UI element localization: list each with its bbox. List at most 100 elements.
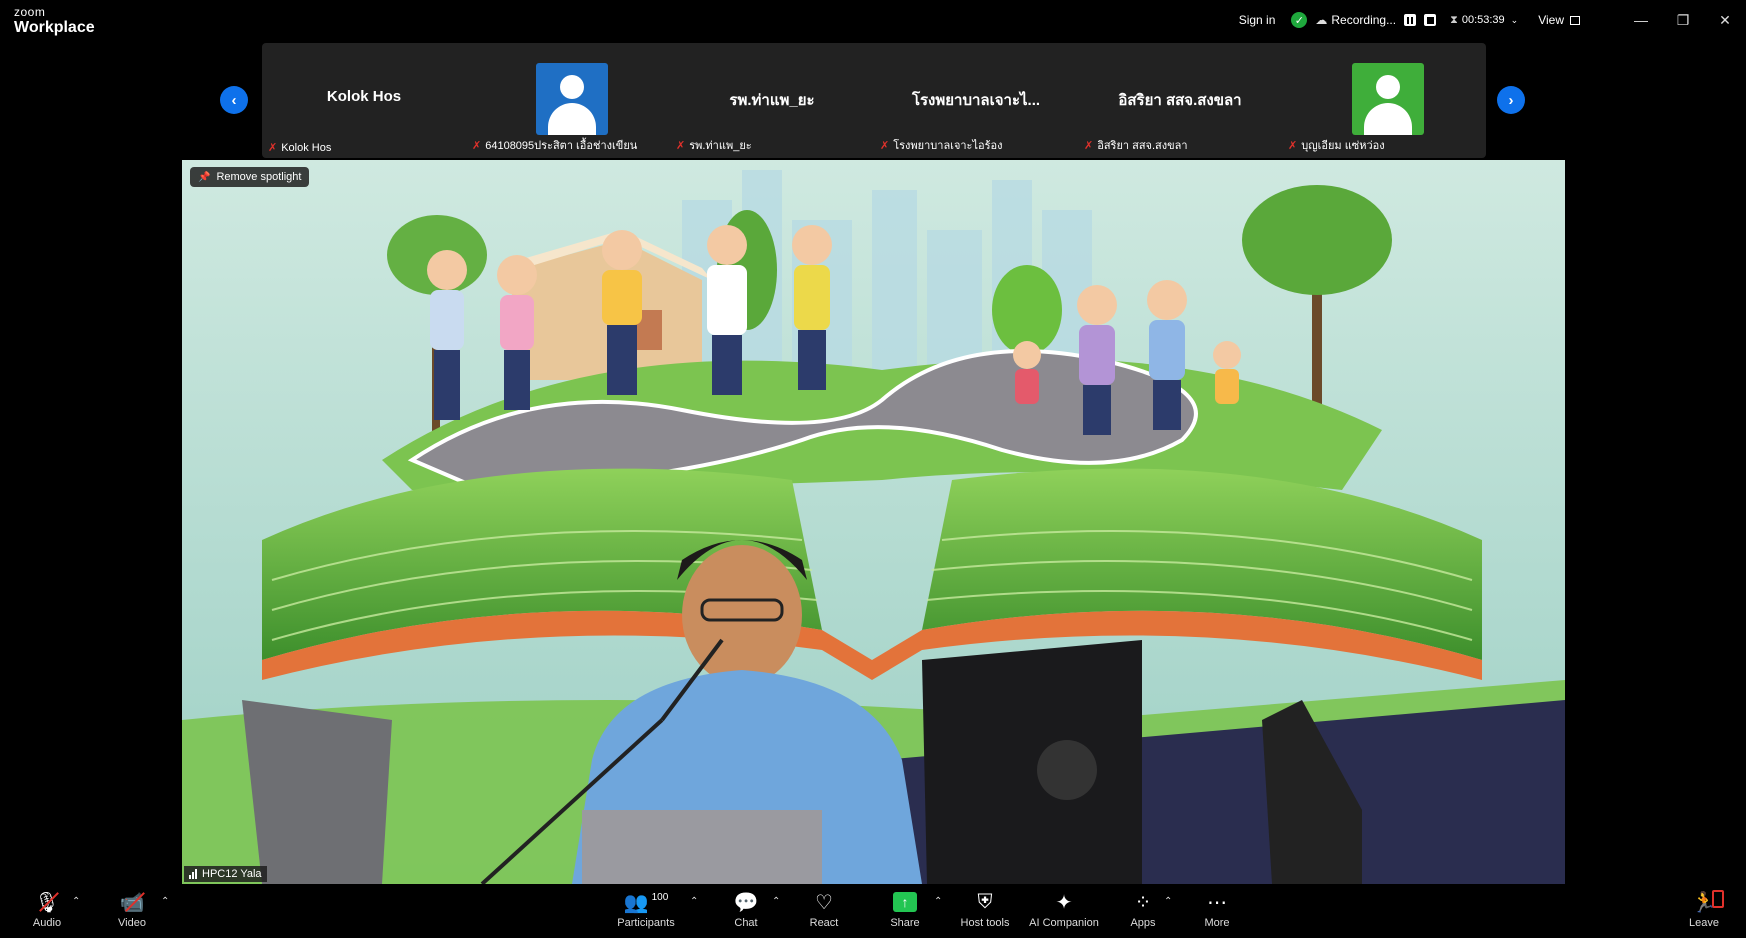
- participant-name-label: ✗ บุญเอียม แซ่หว่อง: [1288, 136, 1385, 154]
- participants-label: Participants: [617, 917, 675, 929]
- encryption-shield-icon[interactable]: ✓: [1291, 12, 1308, 28]
- chat-icon: 💬: [733, 891, 759, 914]
- apps-label: Apps: [1130, 917, 1156, 929]
- participant-tile[interactable]: อิสริยา สสจ.สงขลา ✗ อิสริยา สสจ.สงขลา: [1078, 43, 1282, 158]
- minimize-icon[interactable]: —: [1620, 0, 1662, 40]
- more-dots-icon: ⋯: [1207, 891, 1227, 914]
- participant-tile[interactable]: รพ.ท่าแพ_ยะ ✗ รพ.ท่าแพ_ยะ: [670, 43, 874, 158]
- participants-button[interactable]: 👥 100 Participants: [616, 888, 676, 936]
- remove-spotlight-label: Remove spotlight: [216, 171, 302, 183]
- view-menu-button[interactable]: View: [1538, 13, 1580, 27]
- participant-name: 64108095ประสิตา เอื้อช่างเขียน: [485, 140, 638, 152]
- participant-name-label: ✗ โรงพยาบาลเจาะไอร้อง: [880, 136, 1003, 154]
- muted-mic-icon: ✗: [472, 139, 482, 152]
- pin-icon: 📌: [198, 171, 211, 183]
- meeting-toolbar: 🎙 Audio ⌃ 📹 Video ⌃ 👥100 Participants ⌃ …: [0, 884, 1746, 938]
- heart-icon: ♡: [815, 891, 833, 914]
- pause-recording-button[interactable]: [1404, 14, 1417, 26]
- audio-label: Audio: [32, 917, 62, 929]
- more-button[interactable]: ⋯ More: [1203, 888, 1231, 936]
- participant-display-name: รพ.ท่าแพ_ยะ: [729, 92, 815, 109]
- participant-name-label: ✗ อิสริยา สสจ.สงขลา: [1084, 136, 1188, 154]
- audio-options-caret-icon[interactable]: ⌃: [72, 896, 80, 907]
- share-button[interactable]: ↑ Share: [890, 888, 920, 936]
- recording-label: Recording...: [1331, 13, 1397, 27]
- muted-mic-icon: ✗: [1084, 139, 1094, 152]
- apps-options-caret-icon[interactable]: ⌃: [1164, 896, 1172, 907]
- host-tools-button[interactable]: ⛨ Host tools: [960, 888, 1010, 936]
- participant-tile[interactable]: ✗ บุญเอียม แซ่หว่อง: [1282, 43, 1486, 158]
- ai-companion-label: AI Companion: [1029, 917, 1099, 929]
- video-options-caret-icon[interactable]: ⌃: [161, 896, 169, 907]
- video-frame-image: [182, 160, 1565, 884]
- participants-count: 100: [651, 892, 669, 903]
- remove-spotlight-button[interactable]: 📌 Remove spotlight: [190, 167, 310, 187]
- participant-name-label: ✗ รพ.ท่าแพ_ยะ: [676, 136, 752, 154]
- participant-tile[interactable]: Kolok Hos ✗ Kolok Hos: [262, 43, 466, 158]
- default-avatar-icon: [536, 63, 608, 135]
- video-label: Video: [118, 917, 146, 929]
- muted-mic-icon: ✗: [1288, 139, 1298, 152]
- participants-options-caret-icon[interactable]: ⌃: [690, 896, 698, 907]
- participant-display-name: Kolok Hos: [326, 88, 402, 105]
- chat-button[interactable]: 💬 Chat: [732, 888, 760, 936]
- react-button[interactable]: ♡ React: [809, 888, 839, 936]
- participant-strip: Kolok Hos ✗ Kolok Hos ✗ 64108095ประสิตา …: [262, 43, 1486, 158]
- video-off-icon: 📹: [120, 888, 145, 916]
- apps-icon: ⁘: [1134, 891, 1152, 914]
- brand-line2: Workplace: [14, 19, 95, 36]
- host-shield-icon: ⛨: [977, 890, 993, 913]
- participant-tile[interactable]: ✗ 64108095ประสิตา เอื้อช่างเขียน: [466, 43, 670, 158]
- previous-page-arrow-icon[interactable]: ‹: [220, 86, 248, 114]
- hourglass-icon: ⧗: [1450, 13, 1458, 26]
- spotlight-video[interactable]: 📌 Remove spotlight HPC12 Yala: [182, 160, 1565, 884]
- muted-mic-icon: ✗: [676, 139, 686, 152]
- participant-tile[interactable]: โรงพยาบาลเจาะไ... ✗ โรงพยาบาลเจาะไอร้อง: [874, 43, 1078, 158]
- apps-button[interactable]: ⁘ Apps: [1130, 888, 1156, 936]
- chat-options-caret-icon[interactable]: ⌃: [772, 896, 780, 907]
- more-label: More: [1204, 917, 1230, 929]
- grid-view-icon: [1570, 15, 1580, 25]
- video-button[interactable]: 📹 Video: [117, 888, 147, 936]
- ai-companion-button[interactable]: ✦ AI Companion: [1028, 888, 1100, 936]
- chat-label: Chat: [734, 917, 758, 929]
- share-label: Share: [890, 917, 920, 929]
- restore-icon[interactable]: ❐: [1662, 0, 1704, 40]
- zoom-workplace-logo: zoom Workplace: [14, 6, 95, 36]
- timer-value: 00:53:39: [1461, 14, 1505, 26]
- participants-icon: 👥 100: [623, 891, 669, 914]
- muted-mic-icon: ✗: [268, 142, 278, 154]
- participant-name-label: ✗ Kolok Hos: [268, 141, 332, 155]
- share-screen-icon: ↑: [893, 892, 917, 912]
- leave-label: Leave: [1689, 917, 1719, 929]
- brand-line1: zoom: [14, 5, 46, 19]
- next-page-arrow-icon[interactable]: ›: [1497, 86, 1525, 114]
- ai-sparkle-icon: ✦: [1055, 891, 1073, 914]
- participant-name: Kolok Hos: [281, 141, 332, 154]
- cloud-icon: ☁: [1315, 13, 1328, 27]
- audio-button[interactable]: 🎙 Audio: [32, 888, 62, 936]
- default-avatar-icon: [1352, 63, 1424, 135]
- close-icon[interactable]: ✕: [1704, 0, 1746, 40]
- host-tools-label: Host tools: [960, 917, 1010, 929]
- participant-display-name: อิสริยา สสจ.สงขลา: [1118, 92, 1242, 109]
- view-label: View: [1538, 13, 1564, 27]
- stop-recording-button[interactable]: [1424, 14, 1437, 26]
- title-bar: zoom Workplace Sign in ✓ ☁ Recording... …: [0, 0, 1746, 40]
- chevron-down-icon: ⌄: [1510, 14, 1519, 25]
- muted-microphone-icon: 🎙: [34, 888, 59, 916]
- react-label: React: [809, 917, 839, 929]
- participant-name: อิสริยา สสจ.สงขลา: [1097, 140, 1188, 152]
- leave-button[interactable]: 🏃 Leave: [1689, 888, 1725, 936]
- leave-door-icon: 🏃: [1692, 888, 1725, 916]
- recording-indicator: ☁ Recording...: [1315, 13, 1437, 27]
- participant-display-name: โรงพยาบาลเจาะไ...: [911, 92, 1041, 109]
- sign-in-link[interactable]: Sign in: [1239, 13, 1276, 27]
- share-options-caret-icon[interactable]: ⌃: [934, 896, 942, 907]
- speaker-name: HPC12 Yala: [202, 868, 262, 880]
- meeting-timer[interactable]: ⧗ 00:53:39 ⌄: [1450, 14, 1518, 27]
- speaker-name-tag: HPC12 Yala: [184, 866, 267, 882]
- participant-name: รพ.ท่าแพ_ยะ: [689, 140, 752, 152]
- muted-mic-icon: ✗: [880, 139, 890, 152]
- participant-name: โรงพยาบาลเจาะไอร้อง: [893, 140, 1003, 152]
